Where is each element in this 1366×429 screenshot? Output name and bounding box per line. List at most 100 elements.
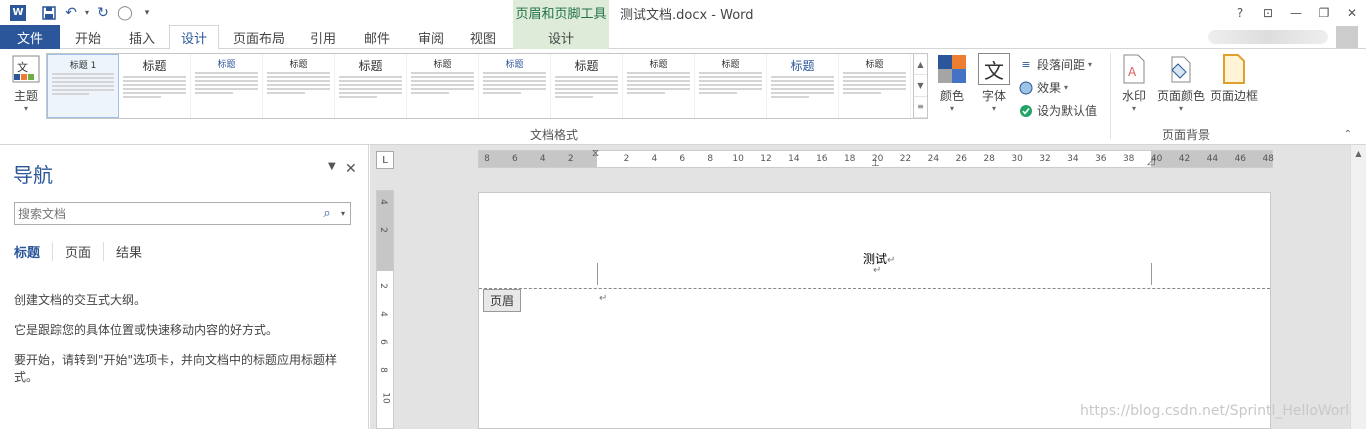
gallery-more-icon[interactable]: ≡ [914,97,927,118]
style-set-item[interactable]: 标题 1 [47,54,119,118]
themes-icon: 文 [10,53,42,85]
help-icon[interactable]: ? [1226,0,1254,25]
nav-tab-results[interactable]: 结果 [116,242,154,261]
ribbon-display-options-icon[interactable]: ⊡ [1254,0,1282,25]
ruler-tick-label: 34 [1067,154,1079,164]
style-preview-line [771,84,834,86]
watermark-button[interactable]: A 水印 ▾ [1117,53,1151,113]
vertical-scrollbar[interactable]: ▲ [1350,145,1366,429]
fonts-icon: 文 [978,53,1010,85]
ruler-tick-label: 2 [623,154,630,164]
style-set-item[interactable]: 标题 [479,54,551,118]
user-name-blurred [1208,30,1328,44]
tab-view[interactable]: 视图 [458,25,508,49]
style-set-item[interactable]: 标题 [119,54,191,118]
nav-search-box[interactable]: ⌕ ▾ [14,202,351,225]
tab-design[interactable]: 设计 [169,25,219,50]
style-preview-line [123,88,186,90]
nav-tab-headings[interactable]: 标题 [14,242,54,261]
gallery-scroll[interactable]: ▲ ▼ ≡ [914,53,928,119]
style-preview-line [52,89,114,91]
redo-icon[interactable]: ↻ [92,2,114,24]
style-preview-line [771,76,834,78]
tab-selector[interactable]: L [376,151,394,169]
ruler-tick-label: 8 [377,367,388,373]
account-area[interactable] [1208,25,1358,49]
touch-mode-icon[interactable]: ◯ [114,2,136,24]
style-set-item[interactable]: 标题 [839,54,911,118]
page-borders-icon [1218,53,1250,85]
collapse-ribbon-icon[interactable]: ⌃ [1344,129,1352,140]
save-icon[interactable] [38,2,60,24]
style-set-gallery[interactable]: 标题 1 标题 标题 标题 标题 标题 标题 标题 标题 标题 标题 标题 [46,53,914,119]
style-set-item[interactable]: 标题 [263,54,335,118]
effects-button[interactable]: 效果 ▾ [1018,79,1068,96]
nav-message-2: 它是跟踪您的具体位置或快速移动内容的好方式。 [14,323,279,337]
page-borders-button[interactable]: 页面边框 [1209,53,1259,104]
avatar[interactable] [1336,26,1358,48]
style-preview-line [52,73,114,75]
style-preview-line [483,92,521,94]
tab-mailings[interactable]: 邮件 [352,25,402,49]
undo-icon[interactable]: ↶ [60,2,82,24]
ruler-tick-label: 26 [955,154,968,164]
ruler-tick-label: 28 [983,154,995,164]
page-color-button[interactable]: 页面颜色 ▾ [1156,53,1206,113]
horizontal-ruler[interactable]: ⧖ ⊥ ◿ 8 6 4 2 2 4 6 8 10 12 14 16 18 20 22 24 26 28 30 32 34… [478,148,1274,169]
gallery-up-icon[interactable]: ▲ [914,54,927,76]
tab-home[interactable]: 开始 [62,25,114,49]
ruler-tick-label: 16 [816,154,828,164]
style-preview-line [195,80,258,82]
style-preview-line [267,72,330,74]
style-preview-line [52,85,114,87]
search-dropdown-icon[interactable]: ▾ [336,209,350,218]
style-preview-line [483,84,546,86]
tab-header-footer-design[interactable]: 设计 [513,25,609,49]
minimize-icon[interactable]: — [1282,0,1310,25]
style-set-title: 标题 1 [69,61,97,71]
style-preview-line [123,92,186,94]
style-set-item[interactable]: 标题 [695,54,767,118]
tab-review[interactable]: 审阅 [406,25,456,49]
scroll-up-icon[interactable]: ▲ [1351,145,1366,161]
style-set-item[interactable]: 标题 [623,54,695,118]
indent-marker-icon[interactable]: ⧖ [592,148,599,159]
gallery-down-icon[interactable]: ▼ [914,75,927,97]
vertical-ruler[interactable]: 4 2 2 4 6 8 10 [376,190,394,429]
paragraph-mark: ↵ [873,265,882,276]
style-preview-line [627,92,665,94]
set-as-default-button[interactable]: 设为默认值 [1018,102,1097,119]
nav-message-3: 要开始，请转到"开始"选项卡，并向文档中的标题应用标题样式。 [14,353,338,384]
style-set-item[interactable]: 标题 [767,54,839,118]
search-input[interactable] [15,203,318,224]
style-set-item[interactable]: 标题 [407,54,479,118]
restore-icon[interactable]: ❐ [1310,0,1338,25]
ruler-tick-label: 20 [871,154,884,164]
fonts-button[interactable]: 文 字体 ▾ [976,53,1012,113]
document-area: L ⧖ ⊥ ◿ 8 6 4 2 2 4 6 8 10 12 14 16 18 20 22 24 26 28 30 32… [370,145,1366,429]
word-app-icon[interactable]: W [10,4,26,21]
style-set-item[interactable]: 标题 [191,54,263,118]
style-set-item[interactable]: 标题 [551,54,623,118]
colors-button[interactable]: 颜色 ▾ [934,53,970,113]
tab-references[interactable]: 引用 [298,25,348,49]
nav-tab-pages[interactable]: 页面 [65,242,105,261]
style-set-item[interactable]: 标题 [335,54,407,118]
customize-qat-icon[interactable]: ▾ [136,2,158,24]
style-preview-line [699,88,762,90]
themes-button[interactable]: 文 主题 ▾ [8,53,44,113]
style-preview-line [483,72,546,74]
tab-insert[interactable]: 插入 [116,25,168,49]
ruler-tick-label: 12 [760,154,772,164]
close-icon[interactable]: ✕ [1338,0,1366,25]
style-preview-line [339,96,377,98]
tab-file[interactable]: 文件 [0,25,60,49]
nav-close-icon[interactable]: ✕ [345,161,357,177]
style-preview-line [483,80,546,82]
paragraph-spacing-button[interactable]: ≡ 段落间距 ▾ [1018,56,1092,73]
nav-options-icon[interactable]: ▼ [328,161,336,172]
search-icon[interactable]: ⌕ [318,206,336,221]
tab-layout[interactable]: 页面布局 [222,25,296,49]
document-page[interactable]: 测试↵ ↵ 页眉 ↵ [478,192,1271,429]
undo-dropdown-icon[interactable]: ▾ [82,2,92,24]
